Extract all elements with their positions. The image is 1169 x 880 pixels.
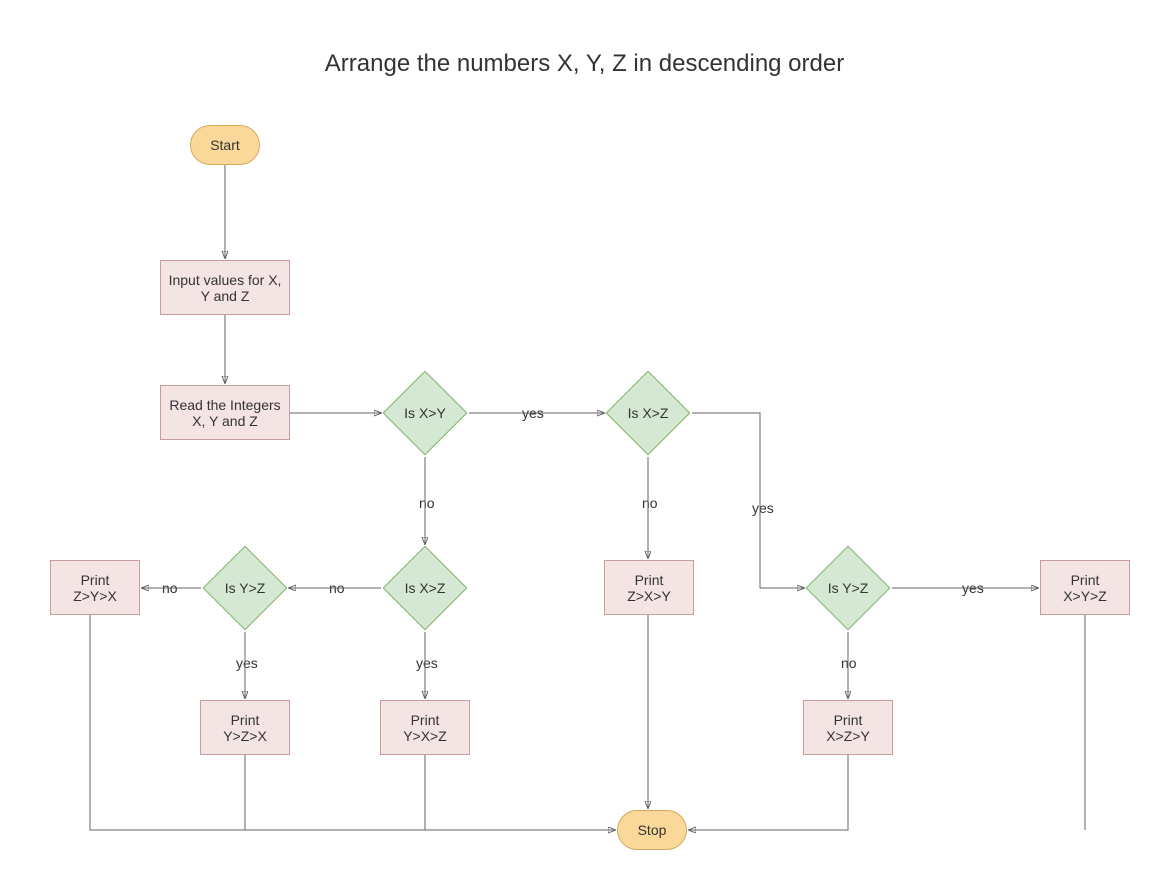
label-xy-no: no: [417, 495, 437, 511]
is-xz-top-label: Is X>Z: [606, 383, 690, 443]
decision-is-yz-right: Is Y>Z: [818, 558, 878, 618]
label-xz-mid-no: no: [327, 580, 347, 596]
is-xz-mid-label: Is X>Z: [383, 558, 467, 618]
print-xyz-label: Print X>Y>Z: [1063, 572, 1107, 604]
label-yz-right-yes: yes: [960, 580, 986, 596]
print-yxz-label: Print Y>X>Z: [403, 712, 447, 744]
start-node: Start: [190, 125, 260, 165]
label-xz-mid-yes: yes: [414, 655, 440, 671]
is-yz-right-label: Is Y>Z: [806, 558, 890, 618]
stop-label: Stop: [638, 822, 667, 838]
print-xyz: Print X>Y>Z: [1040, 560, 1130, 615]
label-yz-right-no: no: [839, 655, 859, 671]
print-xzy: Print X>Z>Y: [803, 700, 893, 755]
print-zyx-label: Print Z>Y>X: [73, 572, 117, 604]
label-xy-yes: yes: [520, 405, 546, 421]
decision-is-xz-top: Is X>Z: [618, 383, 678, 443]
print-xzy-label: Print X>Z>Y: [826, 712, 870, 744]
print-zyx: Print Z>Y>X: [50, 560, 140, 615]
label-yz-left-yes: yes: [234, 655, 260, 671]
label-xz-top-yes: yes: [750, 500, 776, 516]
print-zxy: Print Z>X>Y: [604, 560, 694, 615]
decision-is-xz-mid: Is X>Z: [395, 558, 455, 618]
print-yzx: Print Y>Z>X: [200, 700, 290, 755]
input-node: Input values for X, Y and Z: [160, 260, 290, 315]
start-label: Start: [210, 137, 240, 153]
decision-is-xy: Is X>Y: [395, 383, 455, 443]
print-zxy-label: Print Z>X>Y: [627, 572, 671, 604]
print-yzx-label: Print Y>Z>X: [223, 712, 267, 744]
read-node: Read the Integers X, Y and Z: [160, 385, 290, 440]
is-yz-left-label: Is Y>Z: [203, 558, 287, 618]
diagram-title: Arrange the numbers X, Y, Z in descendin…: [0, 50, 1169, 78]
label-xz-top-no: no: [640, 495, 660, 511]
label-yz-left-no: no: [160, 580, 180, 596]
decision-is-yz-left: Is Y>Z: [215, 558, 275, 618]
stop-node: Stop: [617, 810, 687, 850]
connectors: [0, 0, 1169, 880]
read-label: Read the Integers X, Y and Z: [161, 393, 289, 433]
is-xy-label: Is X>Y: [383, 383, 467, 443]
input-label: Input values for X, Y and Z: [161, 268, 289, 308]
print-yxz: Print Y>X>Z: [380, 700, 470, 755]
